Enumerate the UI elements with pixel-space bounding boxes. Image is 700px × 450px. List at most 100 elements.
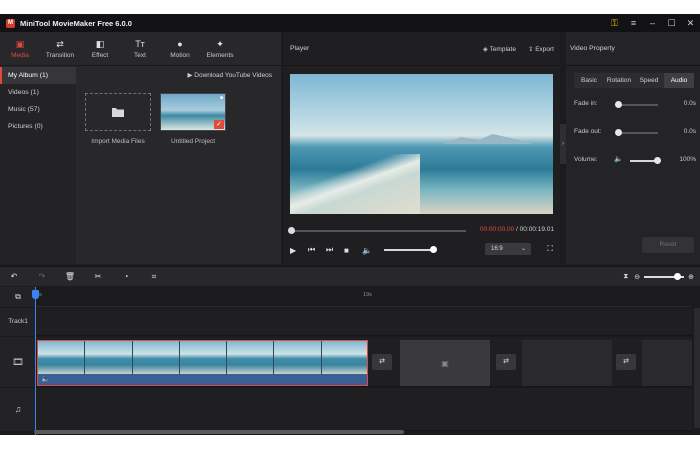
speed-icon[interactable]: ◔ — [112, 272, 140, 281]
transition-swap-icon: ⇄ — [503, 358, 509, 365]
clip-frames — [38, 341, 367, 375]
playhead[interactable] — [32, 287, 39, 435]
import-media-label: Import Media Files — [91, 138, 145, 145]
empty-clip-slot-1[interactable]: ▣ — [400, 340, 490, 386]
volume-property-handle[interactable] — [654, 157, 661, 164]
property-panel: Video Property Basic Rotation Speed Audi… — [566, 32, 700, 264]
tab-media-label: Media — [11, 51, 29, 59]
tab-rotation[interactable]: Rotation — [604, 73, 634, 88]
fit-timeline-icon[interactable]: ⧗ — [623, 273, 628, 281]
fade-in-label: Fade in: — [574, 100, 598, 107]
maximize-button[interactable]: ☐ — [662, 18, 681, 29]
transition-swap-icon: ⇄ — [379, 358, 385, 365]
template-button[interactable]: ◈ Template — [483, 45, 516, 53]
fade-out-label: Fade out: — [574, 128, 602, 135]
undo-icon[interactable]: ↶ — [0, 272, 28, 281]
play-icon[interactable]: ▶ — [290, 246, 308, 255]
tab-basic[interactable]: Basic — [574, 73, 604, 88]
tab-transition-label: Transition — [45, 51, 75, 59]
menu-icon[interactable]: ≡ — [624, 18, 643, 28]
delete-icon[interactable]: 🗑 — [56, 272, 84, 281]
total-time: / 00:00:19.01 — [516, 226, 554, 233]
app-window: M MiniTool MovieMaker Free 6.0.0 ⚿ ≡ – ☐… — [0, 14, 700, 435]
track1-lane[interactable] — [36, 308, 692, 336]
volume-icon[interactable]: 🔈 — [362, 246, 380, 255]
sidebar-item-pictures[interactable]: Pictures (0) — [0, 118, 76, 135]
volume-slider[interactable] — [384, 246, 437, 253]
sidebar-item-my-album[interactable]: My Album (1) — [0, 67, 76, 84]
transition-slot-3[interactable]: ⇄ — [616, 354, 636, 370]
volume-handle[interactable] — [430, 246, 437, 253]
sidebar-item-videos[interactable]: Videos (1) — [0, 84, 76, 101]
horizontal-scrollbar[interactable] — [34, 430, 404, 434]
empty-clip-slot-2[interactable] — [522, 340, 612, 386]
template-icon: ◈ — [482, 45, 490, 53]
zoom-handle[interactable] — [674, 273, 682, 280]
volume-property-slider[interactable] — [630, 157, 661, 164]
app-title: MiniTool MovieMaker Free 6.0.0 — [20, 18, 132, 28]
tab-media[interactable]: ▣ Media — [0, 32, 40, 65]
tab-elements[interactable]: ✦ Elements — [200, 32, 240, 65]
previous-frame-icon[interactable]: ⏮ — [308, 245, 326, 255]
fade-out-slider[interactable] — [615, 129, 658, 136]
download-youtube-link[interactable]: ▶ Download YouTube Videos — [187, 71, 272, 79]
crop-icon[interactable]: ⌗ — [140, 272, 168, 282]
tab-motion[interactable]: ● Motion — [160, 32, 200, 65]
aspect-ratio-select[interactable]: 16:9 ⌄ — [485, 243, 531, 255]
add-track-icon[interactable]: ⧉ — [0, 287, 36, 307]
key-icon[interactable]: ⚿ — [605, 18, 624, 29]
project-thumbnail[interactable]: ■ ✓ — [160, 93, 226, 131]
tab-text-label: Text — [134, 51, 146, 59]
tab-transition[interactable]: ⇄ Transition — [40, 32, 80, 65]
sidebar-item-music[interactable]: Music (57) — [0, 101, 76, 118]
import-media-card[interactable]: Import Media Files — [85, 93, 151, 145]
seek-handle[interactable] — [288, 227, 295, 234]
empty-clip-slot-3[interactable] — [642, 340, 692, 386]
player-title: Player — [290, 45, 310, 52]
music-lane[interactable] — [36, 388, 692, 431]
video-lane[interactable]: 🔈 ⇄ ▣ ⇄ ⇄ — [36, 337, 692, 387]
project-media-card[interactable]: ■ ✓ Untitled Project — [160, 93, 226, 145]
tab-audio[interactable]: Audio — [664, 73, 694, 88]
zoom-slider[interactable] — [644, 273, 685, 280]
transition-slot-2[interactable]: ⇄ — [496, 354, 516, 370]
seek-bar[interactable] — [288, 227, 466, 234]
transition-slot-1[interactable]: ⇄ — [372, 354, 392, 370]
elements-icon: ✦ — [216, 38, 224, 49]
tab-motion-label: Motion — [170, 51, 190, 59]
motion-icon: ● — [177, 38, 183, 49]
fade-out-handle[interactable] — [615, 129, 622, 136]
reset-button[interactable]: Reset — [642, 237, 694, 253]
zoom-out-icon[interactable]: ⊖ — [634, 273, 640, 281]
download-youtube-label: Download YouTube Videos — [194, 72, 272, 79]
fullscreen-icon[interactable]: ⛶ — [547, 244, 553, 254]
fade-in-value: 0.0s — [683, 100, 696, 107]
time-ruler[interactable]: 0s 19s — [36, 287, 692, 307]
minimize-button[interactable]: – — [643, 18, 662, 28]
fade-in-handle[interactable] — [615, 101, 622, 108]
zoom-in-icon[interactable]: ⊕ — [688, 273, 694, 281]
video-clip[interactable]: 🔈 — [37, 340, 368, 386]
playhead-handle[interactable] — [32, 290, 39, 299]
vertical-scrollbar[interactable] — [694, 308, 700, 428]
export-label: Export — [535, 45, 554, 53]
effect-icon: ◧ — [95, 38, 105, 49]
video-preview[interactable] — [290, 74, 553, 214]
tab-speed[interactable]: Speed — [634, 73, 664, 88]
tab-effect[interactable]: ◧ Effect — [80, 32, 120, 65]
close-button[interactable]: ✕ — [681, 18, 700, 29]
import-media-thumb[interactable] — [85, 93, 151, 131]
fade-in-slider[interactable] — [615, 101, 658, 108]
stop-icon[interactable]: ■ — [344, 246, 362, 255]
tab-text[interactable]: Tт Text — [120, 32, 160, 65]
next-frame-icon[interactable]: ⏭ — [326, 245, 344, 255]
chevron-down-icon: ⌄ — [520, 246, 526, 252]
transition-swap-icon: ⇄ — [623, 358, 629, 365]
redo-icon[interactable]: ↷ — [28, 272, 56, 281]
video-track-icon: 🎞 — [0, 337, 36, 387]
export-button[interactable]: ⇪ Export — [528, 45, 554, 53]
media-icon: ▣ — [15, 38, 25, 49]
timeline: ⧉ 0s 19s Track1 🎞 ♫ 🔈 ⇄ ▣ ⇄ ⇄ — [0, 287, 700, 435]
main-toolbar: ▣ Media ⇄ Transition ◧ Effect Tт Text ● … — [0, 32, 281, 66]
split-icon[interactable]: ✂ — [84, 272, 112, 281]
